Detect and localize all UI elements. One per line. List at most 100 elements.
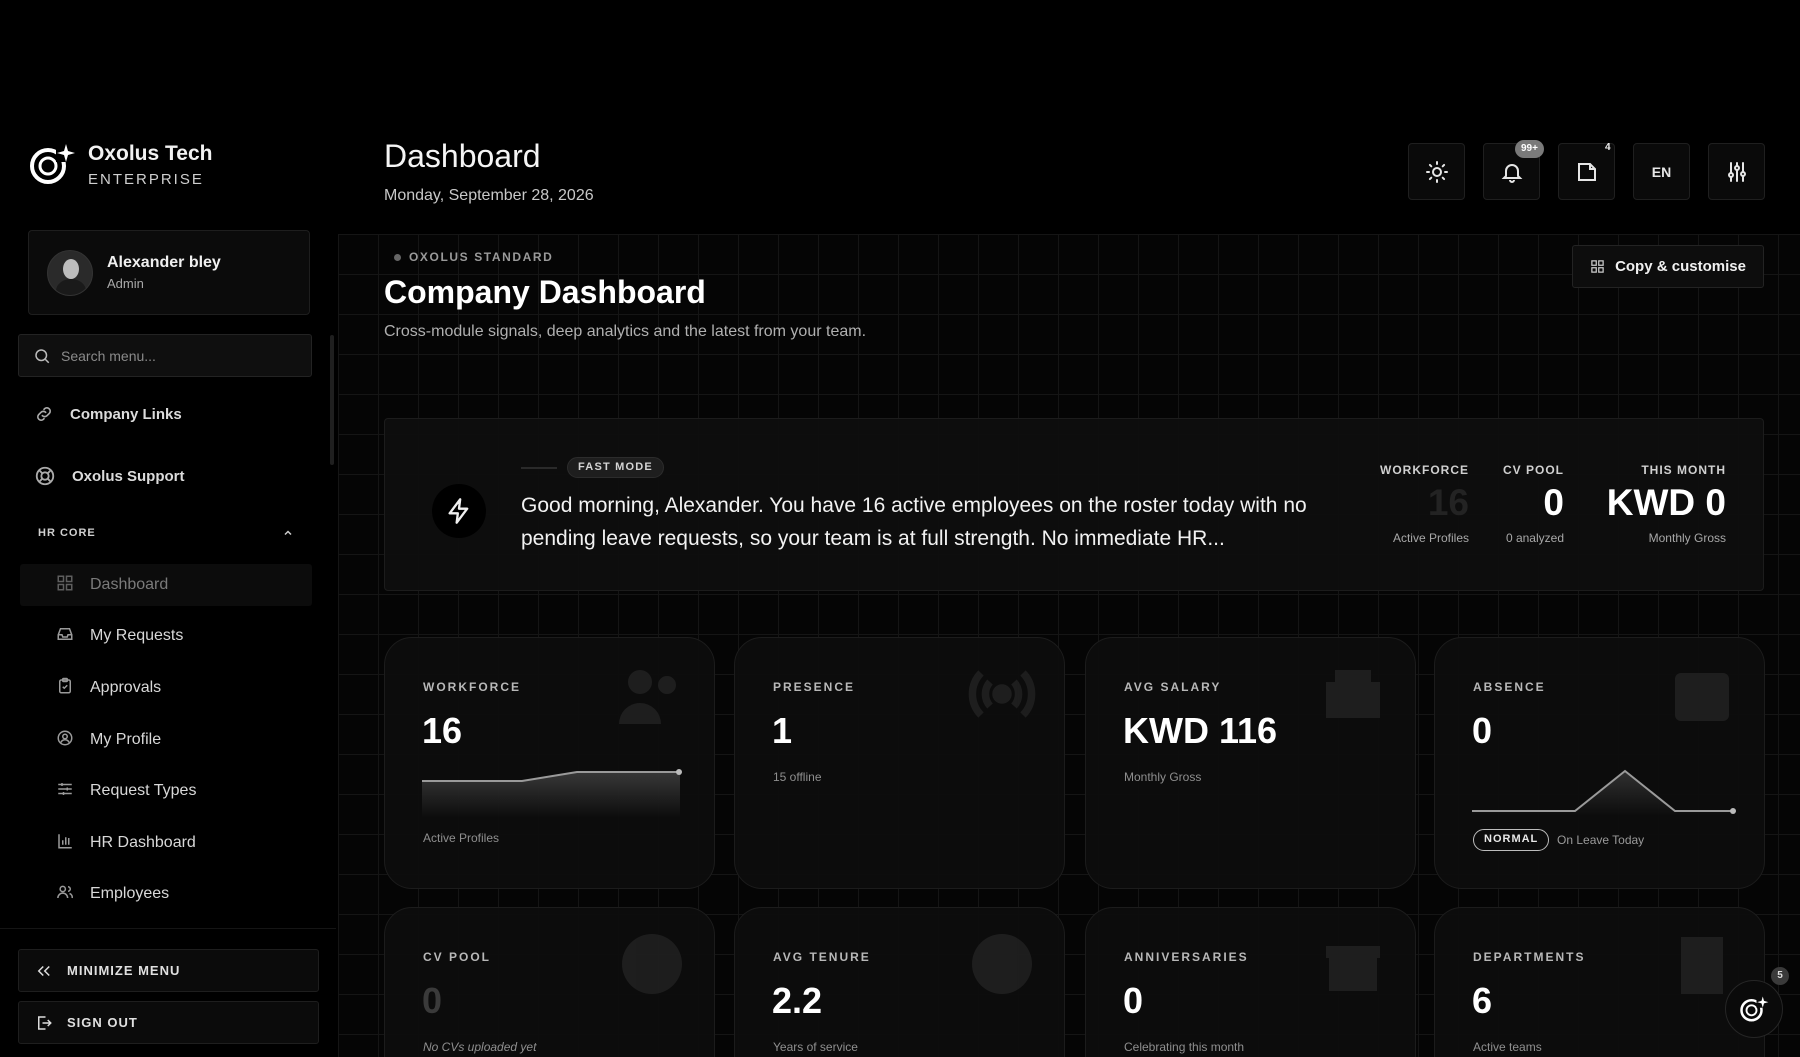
nav-section-hr-core[interactable]: HR CORE: [38, 527, 294, 539]
nav-item-approvals[interactable]: Approvals: [20, 667, 312, 709]
minimize-menu-label: MINIMIZE MENU: [67, 963, 181, 978]
brief-text: Good morning, Alexander. You have 16 act…: [521, 494, 1307, 550]
nav-item-label: HR Dashboard: [90, 834, 196, 851]
lifebuoy-icon: [35, 466, 55, 486]
stat-label: THIS MONTH: [1641, 463, 1726, 477]
document-icon: [1577, 162, 1596, 181]
sidebar-divider: [0, 928, 336, 929]
calendar-icon: [1675, 673, 1729, 721]
nav-company-links[interactable]: Company Links: [34, 404, 182, 424]
card-label: PRESENCE: [773, 680, 856, 694]
card-note: Monthly Gross: [1124, 770, 1202, 784]
clipboard-icon: [56, 677, 74, 700]
kpi-card-workforce[interactable]: WORKFORCE 16 Active Profiles: [384, 637, 715, 889]
sliders-icon: [1727, 161, 1746, 182]
stat-value: 0: [1543, 482, 1564, 523]
bell-icon: [1501, 163, 1522, 183]
nav-support-label: Oxolus Support: [72, 467, 185, 485]
search-input[interactable]: [61, 347, 291, 364]
copy-customise-button[interactable]: Copy & customise: [1572, 245, 1764, 288]
user-card[interactable]: Alexander bley Admin: [28, 230, 310, 315]
card-label: WORKFORCE: [423, 680, 521, 694]
kpi-card-cv-pool[interactable]: CV POOL 0 No CVs uploaded yet: [384, 907, 715, 1057]
card-value: 1: [772, 710, 793, 751]
search-icon: [35, 348, 50, 363]
dashboard-subtitle: Cross-module signals, deep analytics and…: [384, 323, 867, 340]
users-icon: [56, 883, 74, 906]
card-value: KWD 116: [1123, 710, 1278, 751]
eyebrow-label: OXOLUS STANDARD: [409, 250, 554, 264]
user-name: Alexander bley: [107, 254, 221, 271]
nav-item-label: My Profile: [90, 731, 162, 748]
kpi-card-avg-salary[interactable]: AVG SALARY KWD 116 Monthly Gross: [1085, 637, 1416, 889]
brief-stat-workforce: WORKFORCE 16 Active Profiles: [1380, 463, 1469, 545]
bar-chart-icon: [56, 832, 74, 855]
nav-item-employees[interactable]: Employees: [20, 873, 312, 915]
nav-item-my-profile[interactable]: My Profile: [20, 719, 312, 761]
stat-note: 0 analyzed: [1505, 531, 1564, 545]
signal-icon: [968, 670, 1036, 718]
card-label: DEPARTMENTS: [1473, 950, 1586, 964]
users-icon: [619, 670, 676, 724]
brief-stat-cv-pool: CV POOL 0 0 analyzed: [1503, 463, 1564, 545]
card-value: 2.2: [772, 980, 823, 1021]
card-note: Active teams: [1473, 1040, 1542, 1054]
kpi-card-absence[interactable]: ABSENCE 0 NORMAL On Leave Today: [1434, 637, 1765, 889]
page-title: Dashboard: [384, 138, 541, 174]
nav-item-label: My Requests: [90, 627, 184, 644]
nav-support[interactable]: Oxolus Support: [34, 465, 185, 487]
card-note: No CVs uploaded yet: [423, 1040, 537, 1054]
stat-note: Monthly Gross: [1648, 531, 1726, 545]
status-badge: NORMAL: [1473, 829, 1550, 851]
nav-item-dashboard[interactable]: Dashboard: [20, 564, 312, 606]
language-button[interactable]: EN: [1633, 143, 1690, 200]
brand[interactable]: Oxolus Tech ENTERPRISE: [28, 140, 212, 188]
theme-toggle-button[interactable]: [1408, 143, 1465, 200]
lightning-icon: [432, 484, 486, 538]
user-role: Admin: [107, 276, 144, 291]
card-value: 0: [1472, 710, 1493, 751]
settings-button[interactable]: [1708, 143, 1765, 200]
building-icon: [1681, 937, 1723, 994]
stat-label: CV POOL: [1502, 463, 1564, 477]
nav-item-label: Employees: [90, 885, 170, 902]
brief-stat-this-month: THIS MONTH KWD 0 Monthly Gross: [1607, 463, 1726, 545]
minimize-menu-button[interactable]: MINIMIZE MENU: [18, 949, 319, 992]
chevrons-left-icon: [37, 965, 50, 976]
workforce-sparkline: [422, 769, 682, 818]
card-label: CV POOL: [423, 950, 492, 964]
card-label: AVG TENURE: [773, 950, 871, 964]
grid-icon: [56, 574, 74, 597]
plus-circle-icon: [622, 934, 682, 994]
ai-brief-panel: FAST MODE Good morning, Alexander. You h…: [384, 418, 1764, 591]
fast-mode-pill[interactable]: FAST MODE: [567, 457, 664, 478]
kpi-card-presence[interactable]: PRESENCE 1 15 offline: [734, 637, 1065, 889]
nav-item-label: Dashboard: [90, 576, 169, 593]
nav-item-my-requests[interactable]: My Requests: [20, 615, 312, 657]
card-value: 0: [422, 980, 443, 1021]
page-date: Monday, September 28, 2026: [384, 187, 594, 204]
kpi-card-anniversaries[interactable]: ANNIVERSARIES 0 Celebrating this month: [1085, 907, 1416, 1057]
nav-company-links-label: Company Links: [70, 405, 182, 423]
brand-name: Oxolus Tech: [88, 141, 213, 165]
sign-out-label: SIGN OUT: [67, 1015, 138, 1030]
card-label: AVG SALARY: [1124, 680, 1222, 694]
stat-value: KWD 0: [1606, 482, 1726, 523]
nav-item-request-types[interactable]: Request Types: [20, 770, 312, 812]
sidebar-scrollbar[interactable]: [330, 335, 334, 465]
card-value: 6: [1472, 980, 1493, 1021]
kpi-card-departments[interactable]: DEPARTMENTS 6 Active teams: [1434, 907, 1765, 1057]
card-value: 0: [1123, 980, 1144, 1021]
dashboard-eyebrow: OXOLUS STANDARD: [394, 250, 553, 264]
stat-note: Active Profiles: [1392, 531, 1469, 545]
nav-item-hr-dashboard[interactable]: HR Dashboard: [20, 822, 312, 864]
sign-out-button[interactable]: SIGN OUT: [18, 1001, 319, 1044]
kpi-card-avg-tenure[interactable]: AVG TENURE 2.2 Years of service: [734, 907, 1065, 1057]
sidebar: Oxolus Tech ENTERPRISE Alexander bley Ad…: [0, 0, 336, 1057]
assistant-button[interactable]: [1725, 980, 1783, 1038]
search-box[interactable]: [18, 334, 312, 377]
nav-item-label: Approvals: [90, 679, 162, 696]
documents-badge: 4: [1605, 142, 1611, 153]
sign-out-icon: [38, 1015, 52, 1030]
card-note: Celebrating this month: [1124, 1040, 1245, 1054]
